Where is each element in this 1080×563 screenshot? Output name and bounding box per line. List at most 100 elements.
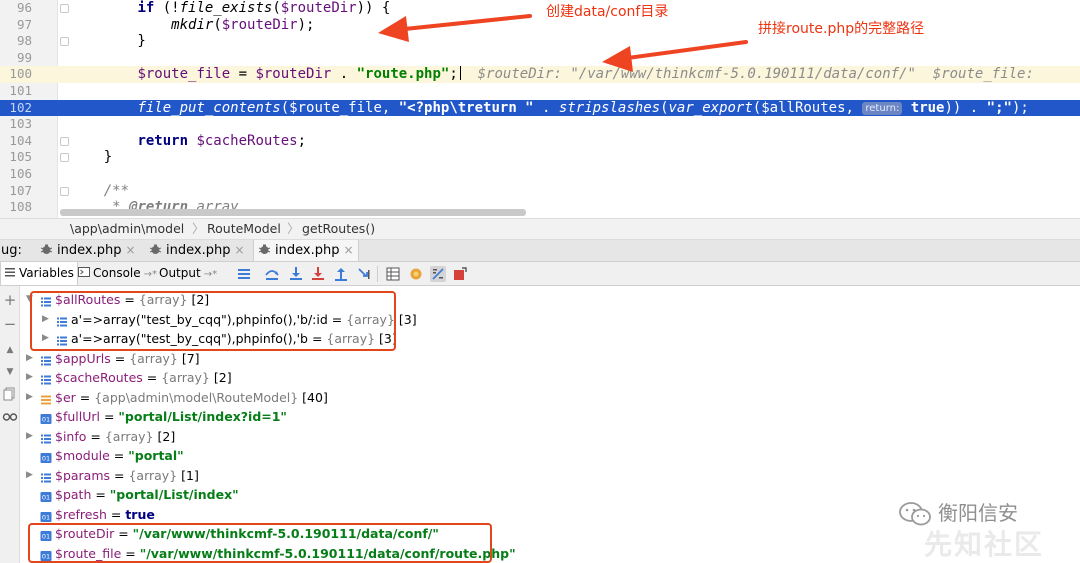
run-to-cursor-icon[interactable] — [357, 266, 373, 282]
code-line[interactable]: 99 — [0, 50, 1080, 67]
variable-text: $er = {app\admin\model\RouteModel} [40] — [55, 388, 328, 408]
step-over-icon[interactable] — [264, 266, 280, 282]
variable-row[interactable]: ▶ $params = {array} [1] — [21, 466, 1080, 486]
annotation-mkdir: 创建data/conf目录 — [546, 4, 669, 20]
tab-output[interactable]: Output →* — [156, 262, 220, 285]
variable-row[interactable]: ▶ $appUrls = {array} [7] — [21, 349, 1080, 369]
code-token: )) { — [356, 0, 391, 16]
add-watch-icon[interactable]: + — [2, 292, 18, 308]
expand-arrow-icon[interactable]: ▶ — [26, 466, 33, 486]
variable-text: $refresh = true — [55, 505, 155, 525]
code-token: ( — [272, 0, 281, 16]
line-number[interactable]: 98 — [0, 33, 32, 50]
expand-arrow-icon[interactable]: ▶ — [26, 427, 33, 447]
line-number[interactable]: 100 — [0, 66, 32, 83]
variable-type: {array} — [128, 467, 178, 483]
close-icon[interactable]: × — [125, 243, 135, 257]
step-into-icon[interactable] — [288, 266, 304, 282]
code-line[interactable]: 96 if (!file_exists($routeDir)) { — [0, 0, 1080, 17]
fold-marker-icon[interactable] — [60, 37, 69, 47]
line-number[interactable]: 108 — [0, 199, 32, 216]
fold-marker-icon[interactable] — [60, 186, 69, 196]
variable-row[interactable]: 01 $fullUrl = "portal/List/index?id=1" — [21, 407, 1080, 427]
tab-variables[interactable]: Variables — [0, 262, 78, 285]
fold-marker-icon[interactable] — [60, 153, 69, 163]
variable-string-value: "portal" — [128, 448, 184, 463]
toggle-inline-values-icon[interactable] — [430, 266, 446, 282]
code-token: . — [533, 99, 559, 116]
expand-arrow-icon[interactable]: ▶ — [26, 368, 33, 388]
show-execution-point-icon[interactable] — [236, 266, 252, 282]
stop-icon[interactable] — [452, 266, 468, 282]
code-text: /** — [70, 183, 129, 200]
step-out-icon[interactable] — [333, 266, 349, 282]
code-token: ( — [213, 16, 222, 33]
variable-row[interactable]: ▶ $info = {array} [2] — [21, 427, 1080, 447]
breadcrumb-method[interactable]: getRoutes() — [302, 219, 375, 239]
variables-side-toolbar: + − ▲ ▼ — [0, 286, 20, 563]
code-token: ( — [752, 99, 762, 116]
line-number[interactable]: 103 — [0, 116, 32, 133]
code-token: stripslashes — [558, 99, 661, 116]
variable-text: $cacheRoutes = {array} [2] — [55, 368, 232, 388]
code-line[interactable]: 103 — [0, 116, 1080, 133]
code-token: ";" — [986, 99, 1012, 116]
debug-tab[interactable]: index.php × — [145, 240, 249, 261]
variable-equals: = — [86, 428, 105, 444]
close-icon[interactable]: × — [234, 243, 244, 257]
remove-watch-icon[interactable]: − — [2, 316, 18, 332]
pin-icon[interactable]: →* — [204, 269, 217, 280]
watch-icon[interactable] — [408, 266, 424, 282]
expand-arrow-icon[interactable]: ▶ — [26, 388, 33, 408]
variable-row[interactable]: 01 $module = "portal" — [21, 446, 1080, 466]
line-number[interactable]: 96 — [0, 0, 32, 17]
variable-text: $params = {array} [1] — [55, 466, 199, 486]
bug-icon — [149, 244, 162, 254]
code-line[interactable]: 105 } — [0, 149, 1080, 166]
move-up-icon[interactable]: ▲ — [2, 342, 18, 358]
move-down-icon[interactable]: ▼ — [2, 364, 18, 380]
highlight-allroutes-box — [30, 291, 396, 351]
debug-tab-active[interactable]: index.php × — [253, 240, 359, 261]
variable-row[interactable]: ▶ $cacheRoutes = {array} [2] — [21, 368, 1080, 388]
code-token: } — [70, 33, 146, 50]
code-token: $route_file — [289, 99, 382, 116]
array-icon — [40, 431, 52, 443]
close-icon[interactable]: × — [343, 243, 353, 257]
code-line[interactable]: 101 — [0, 83, 1080, 100]
line-number[interactable]: 102 — [0, 100, 32, 117]
force-step-into-icon[interactable] — [310, 266, 326, 282]
variable-count: [7] — [177, 350, 200, 366]
fold-marker-icon[interactable] — [60, 136, 69, 146]
line-number[interactable]: 104 — [0, 133, 32, 150]
scalar-icon: 01 — [40, 489, 52, 502]
console-icon — [78, 267, 90, 277]
fold-marker-icon[interactable] — [60, 4, 69, 13]
editor-horizontal-scrollbar[interactable] — [60, 209, 526, 216]
line-number[interactable]: 99 — [0, 50, 32, 67]
expand-arrow-icon[interactable]: ▶ — [26, 349, 33, 369]
code-token: /** — [70, 182, 130, 199]
breadcrumb-class[interactable]: RouteModel — [207, 219, 281, 239]
line-number[interactable]: 107 — [0, 183, 32, 200]
variable-row[interactable]: ▶ $er = {app\admin\model\RouteModel} [40] — [21, 388, 1080, 408]
parameter-hint: return: — [862, 101, 903, 115]
code-text: $route_file = $routeDir . "route.php"; $… — [70, 66, 1042, 83]
variable-equals: = — [91, 487, 110, 502]
debug-tab[interactable]: index.php × — [36, 240, 140, 261]
code-line[interactable]: 106 — [0, 166, 1080, 183]
line-number[interactable]: 105 — [0, 149, 32, 166]
tab-console[interactable]: Console →* — [75, 262, 160, 285]
copy-icon[interactable] — [2, 386, 18, 402]
code-line[interactable]: 102 file_put_contents($route_file, "<?ph… — [0, 99, 1080, 117]
glasses-icon[interactable] — [2, 408, 18, 424]
line-number[interactable]: 101 — [0, 83, 32, 100]
code-line[interactable]: 104 return $cacheRoutes; — [0, 133, 1080, 150]
code-line[interactable]: 107 /** — [0, 183, 1080, 200]
evaluate-expression-icon[interactable] — [385, 266, 401, 282]
line-number[interactable]: 97 — [0, 17, 32, 34]
code-line[interactable]: 100 $route_file = $routeDir . "route.php… — [0, 66, 1080, 83]
line-number[interactable]: 106 — [0, 166, 32, 183]
breadcrumb-namespace[interactable]: \app\admin\model — [70, 219, 184, 239]
